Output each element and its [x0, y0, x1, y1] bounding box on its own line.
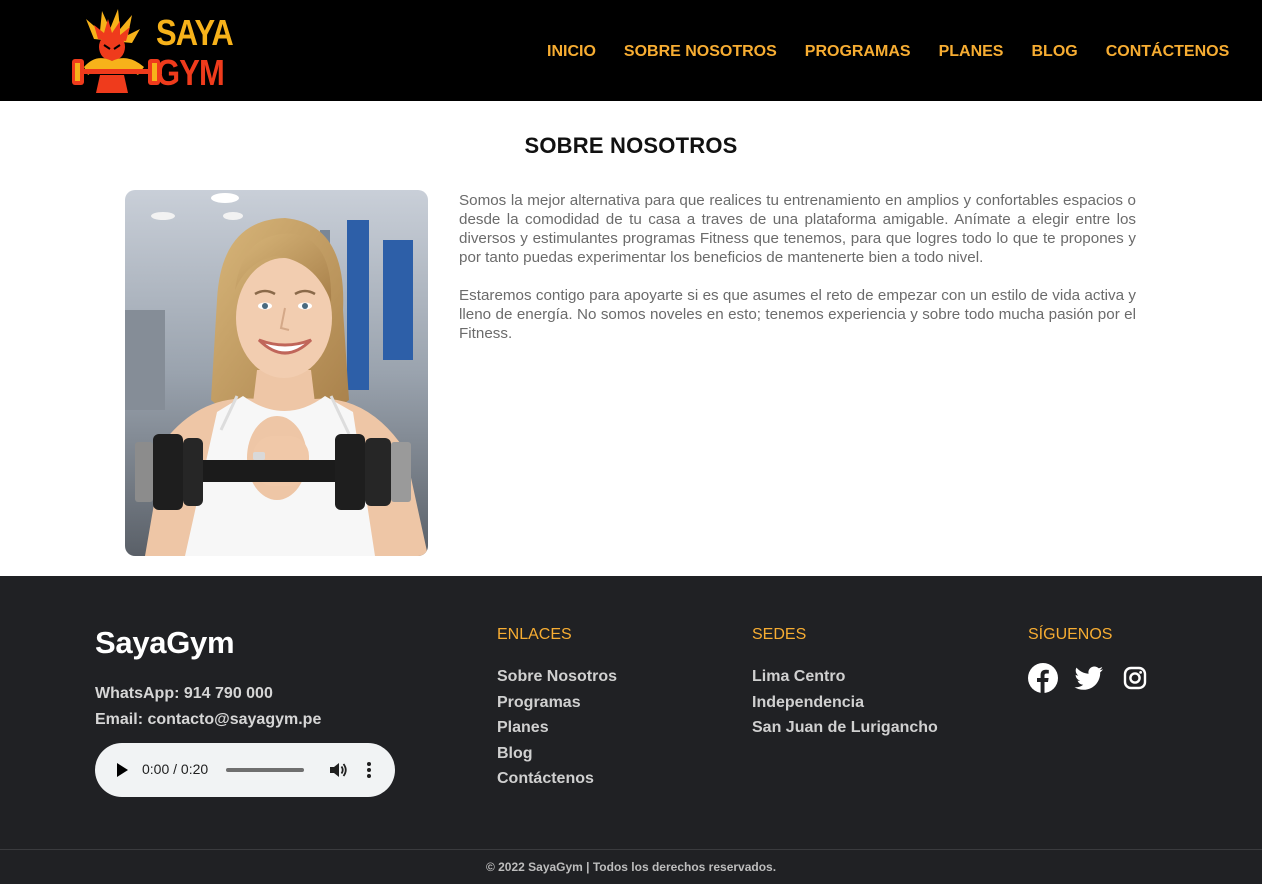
- saya-gym-logo[interactable]: SAYA GYM: [72, 9, 238, 93]
- facebook-icon[interactable]: [1028, 663, 1058, 693]
- section-title: SOBRE NOSOTROS: [524, 133, 738, 158]
- about-paragraph-1: Somos la mejor alternativa para que real…: [459, 192, 1136, 266]
- nav-link-inicio[interactable]: INICIO: [547, 43, 596, 61]
- nav-link-contactenos[interactable]: CONTÁCTENOS: [1106, 43, 1230, 61]
- social-icons: [1028, 663, 1166, 693]
- more-options-icon[interactable]: [362, 761, 376, 779]
- footer-link-sobre-nosotros[interactable]: Sobre Nosotros: [497, 664, 617, 690]
- nav-link-programas[interactable]: PROGRAMAS: [805, 43, 911, 61]
- site-footer: SayaGym WhatsApp: 914 790 000 Email: con…: [0, 576, 1262, 884]
- audio-progress-slider[interactable]: [226, 768, 304, 772]
- nav-link-planes[interactable]: PLANES: [939, 43, 1004, 61]
- footer-link-contactenos[interactable]: Contáctenos: [497, 766, 617, 792]
- footer-sedes-list: Lima Centro Independencia San Juan de Lu…: [752, 664, 938, 741]
- footer-heading-siguenos: SÍGUENOS: [1028, 626, 1113, 643]
- email-contact: Email: contacto@sayagym.pe: [95, 711, 322, 728]
- about-paragraph-2: Estaremos contigo para apoyarte si es qu…: [459, 287, 1136, 342]
- woman-dumbbell-photo: [125, 190, 428, 556]
- twitter-icon[interactable]: [1074, 663, 1104, 693]
- copyright-text: © 2022 SayaGym | Todos los derechos rese…: [485, 860, 777, 874]
- about-description: Somos la mejor alternativa para que real…: [459, 191, 1136, 343]
- play-icon[interactable]: [117, 763, 128, 777]
- footer-link-programas[interactable]: Programas: [497, 690, 617, 716]
- footer-heading-enlaces: ENLACES: [497, 626, 572, 643]
- footer-links-list: Sobre Nosotros Programas Planes Blog Con…: [497, 664, 617, 792]
- nav-link-sobre-nosotros[interactable]: SOBRE NOSOTROS: [624, 43, 777, 61]
- audio-player: 0:00 / 0:20: [95, 743, 395, 797]
- sede-independencia[interactable]: Independencia: [752, 690, 938, 716]
- muscle-figure-logo-icon: [72, 9, 162, 93]
- instagram-icon[interactable]: [1120, 663, 1150, 693]
- logo-text-saya: SAYA: [156, 12, 234, 53]
- sede-lima-centro[interactable]: Lima Centro: [752, 664, 938, 690]
- footer-link-blog[interactable]: Blog: [497, 741, 617, 767]
- footer-link-planes[interactable]: Planes: [497, 715, 617, 741]
- main-nav: INICIO SOBRE NOSOTROS PROGRAMAS PLANES B…: [547, 43, 1229, 61]
- volume-icon[interactable]: [328, 760, 348, 780]
- sede-san-juan-de-lurigancho[interactable]: San Juan de Lurigancho: [752, 715, 938, 741]
- audio-time: 0:00 / 0:20: [142, 761, 209, 777]
- whatsapp-contact: WhatsApp: 914 790 000: [95, 685, 273, 702]
- footer-heading-sedes: SEDES: [752, 626, 807, 643]
- site-header: SAYA GYM INICIO SOBRE NOSOTROS PROGRAMAS…: [0, 0, 1262, 101]
- footer-divider: [0, 849, 1262, 850]
- footer-brand: SayaGym: [95, 625, 235, 660]
- nav-link-blog[interactable]: BLOG: [1031, 43, 1077, 61]
- logo-text-gym: GYM: [156, 52, 225, 93]
